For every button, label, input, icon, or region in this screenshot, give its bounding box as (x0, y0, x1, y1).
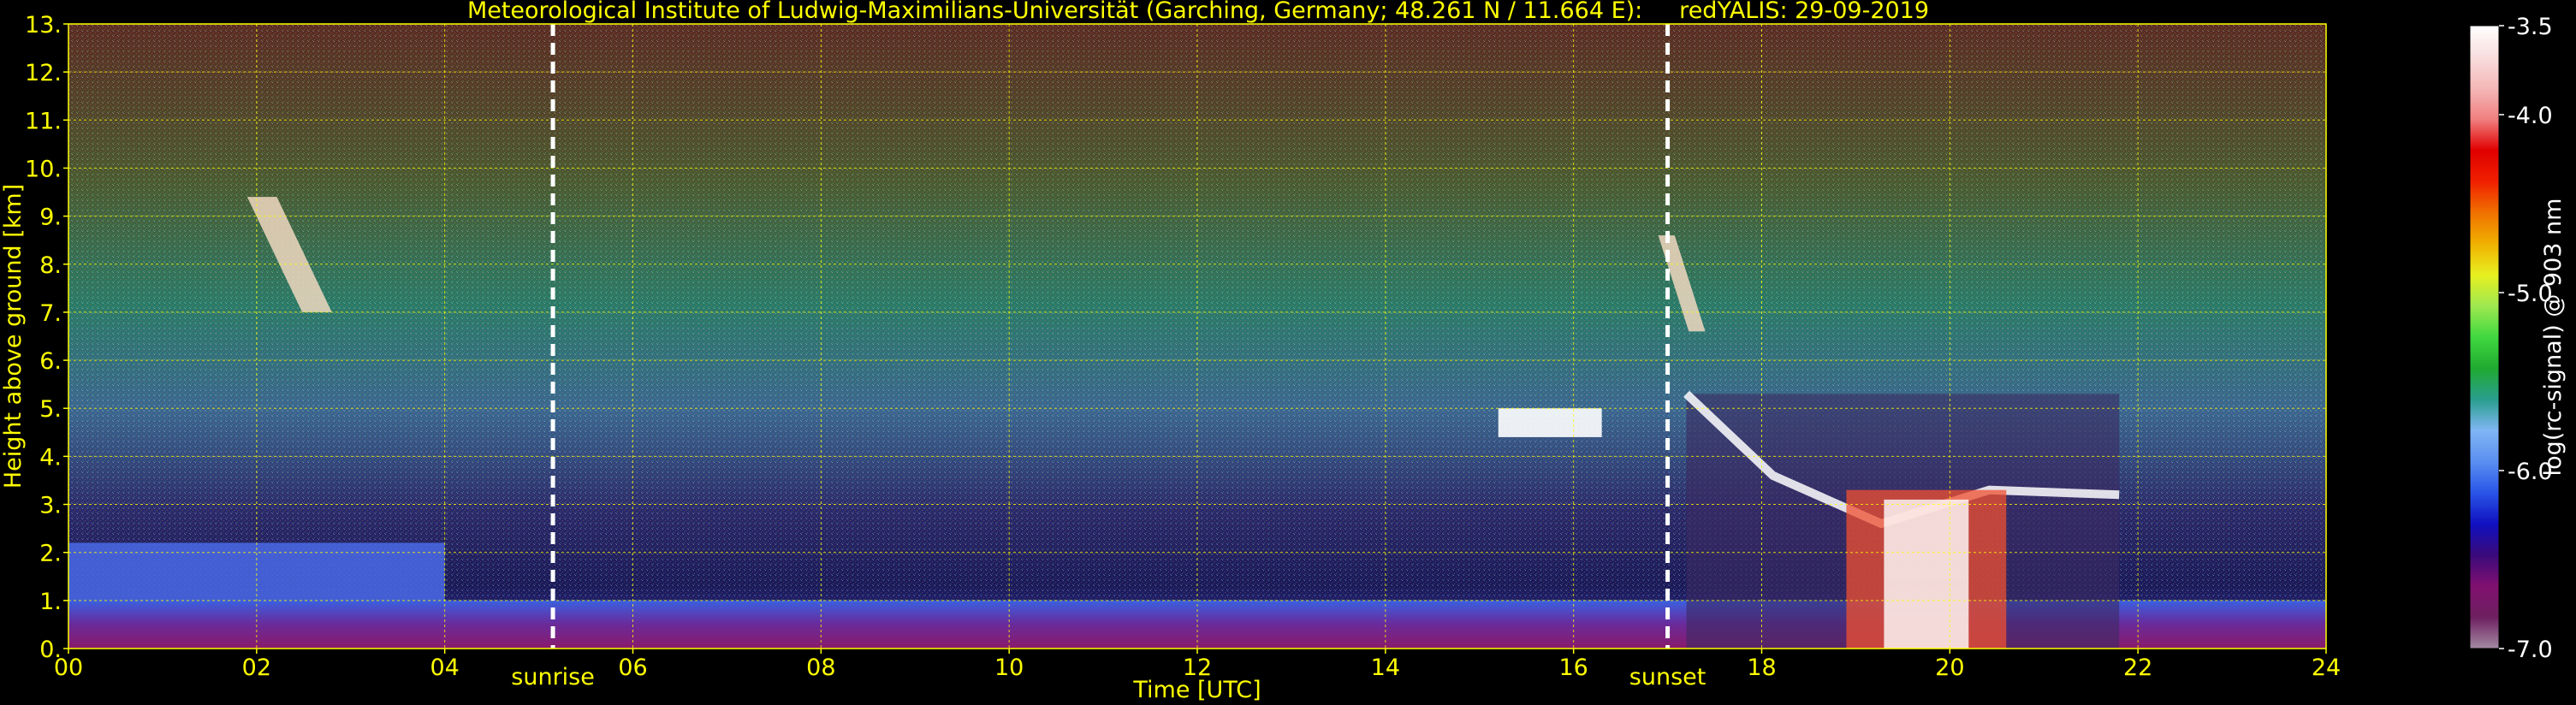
y-tick-label: 6. (39, 348, 62, 375)
y-tick-label: 0. (39, 637, 62, 663)
y-tick-label: 8. (39, 252, 62, 279)
layer-residual-layer (68, 542, 445, 601)
y-tick-label: 1. (39, 589, 62, 615)
y-tick-label: 11. (25, 108, 62, 134)
x-axis-label: Time [UTC] (1132, 677, 1261, 703)
y-tick-label: 9. (39, 204, 62, 231)
layer-mid-level-cloud (1498, 408, 1602, 437)
colorbar-scale (2469, 25, 2500, 649)
y-tick-label: 12. (25, 60, 62, 86)
y-axis-label: Height above ground [km] (0, 184, 27, 489)
y-tick-label: 5. (39, 396, 62, 423)
lidar-quicklook-chart: Meteorological Institute of Ludwig-Maxim… (0, 0, 2567, 703)
x-tick-label: 08 (806, 655, 835, 681)
y-tick-label: 3. (39, 493, 62, 519)
x-tick-label: 20 (1935, 655, 1964, 681)
y-tick-label: 10. (25, 156, 62, 182)
x-tick-label: 10 (994, 655, 1024, 681)
marker-label-sunrise: sunrise (511, 664, 595, 690)
y-tick-label: 2. (39, 541, 62, 567)
colorbar-tick-label: -4.0 (2508, 103, 2553, 129)
y-tick-label: 4. (39, 444, 62, 471)
colorbar-label: log(rc-signal) @ 903 nm (2540, 198, 2567, 477)
x-tick-label: 22 (2123, 655, 2152, 681)
marker-label-sunset: sunset (1629, 664, 1706, 690)
y-tick-label: 13. (25, 12, 62, 39)
x-tick-label: 14 (1371, 655, 1400, 681)
colorbar-tick-label: -7.0 (2508, 637, 2553, 663)
layer-cloud-core (1884, 499, 1969, 649)
chart-title: Meteorological Institute of Ludwig-Maxim… (467, 0, 1929, 24)
y-tick-label: 7. (39, 300, 62, 327)
x-tick-label: 24 (2312, 655, 2341, 681)
x-tick-label: 06 (618, 655, 647, 681)
x-tick-label: 02 (242, 655, 271, 681)
x-tick-label: 04 (430, 655, 459, 681)
x-tick-label: 18 (1747, 655, 1776, 681)
colorbar-tick-label: -3.5 (2508, 14, 2553, 40)
x-tick-label: 16 (1558, 655, 1588, 681)
y-axis: 0. 1. 2. 3. 4. 5. 6. 7. 8. 9. 10. 11. 12. 13. (25, 12, 68, 663)
